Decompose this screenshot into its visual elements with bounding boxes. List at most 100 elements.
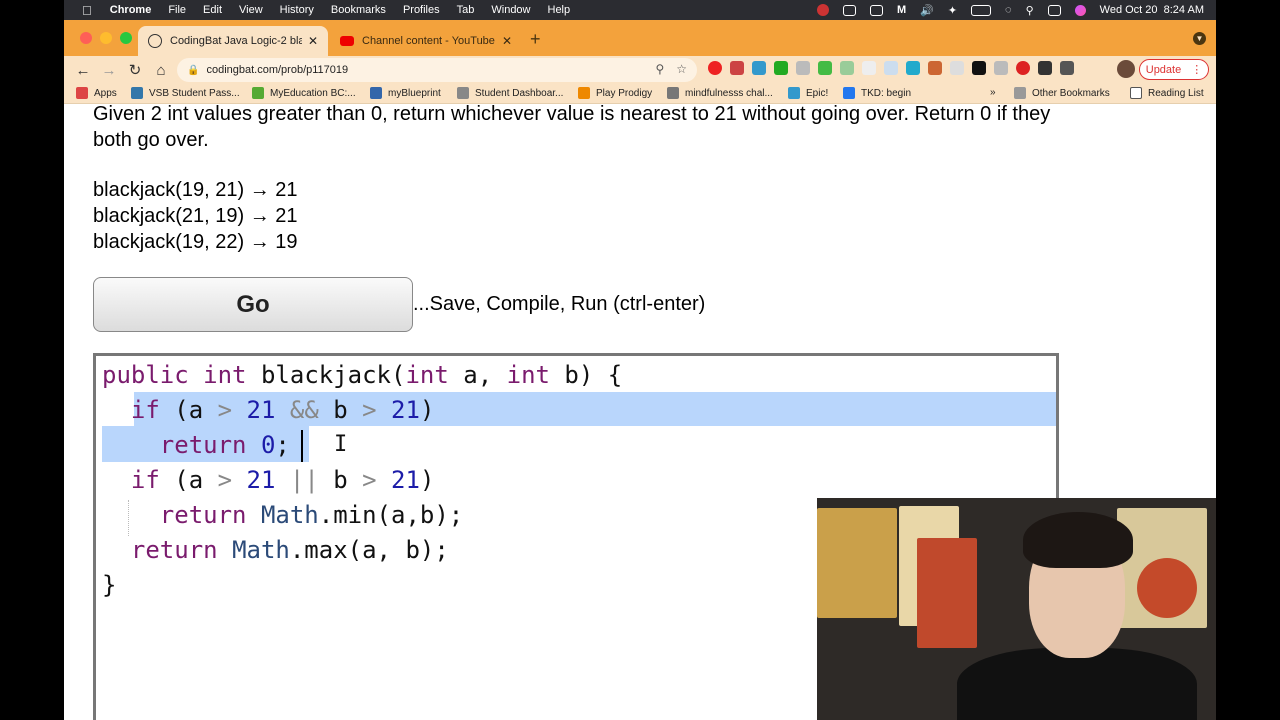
extension-icon[interactable] bbox=[752, 61, 766, 75]
screen:  Chrome File Edit View History Bookmark… bbox=[0, 0, 1280, 720]
extension-icon[interactable] bbox=[818, 61, 832, 75]
example-3: blackjack(19, 22) → 19 bbox=[93, 231, 298, 253]
text-caret bbox=[301, 430, 303, 462]
example-2: blackjack(21, 19) → 21 bbox=[93, 205, 298, 227]
tab-youtube-studio[interactable]: Channel content - YouTube Stu ✕ bbox=[330, 26, 522, 56]
bookmark-mindfulness[interactable]: mindfulnesss chal... bbox=[667, 87, 773, 99]
tab-codingbat[interactable]: CodingBat Java Logic-2 blackj ✕ bbox=[138, 26, 328, 56]
problem-description: Given 2 int values greater than 0, retur… bbox=[93, 105, 1051, 151]
forward-icon[interactable]: → bbox=[96, 62, 122, 79]
extension-icon[interactable] bbox=[774, 61, 788, 75]
camera-icon[interactable] bbox=[842, 4, 856, 16]
minimize-window-button[interactable] bbox=[100, 32, 112, 44]
back-icon[interactable]: ← bbox=[70, 62, 96, 79]
menu-tab[interactable]: Tab bbox=[457, 4, 475, 16]
codingbat-favicon-icon bbox=[148, 34, 162, 48]
more-menu-icon[interactable]: ⋮ bbox=[1191, 63, 1202, 76]
code-line-5[interactable]: return Math.min(a,b); bbox=[102, 498, 463, 533]
volume-icon[interactable]: 🔊 bbox=[920, 4, 934, 17]
code-line-4[interactable]: if (a > 21 || b > 21) bbox=[102, 463, 435, 498]
bookmarks-overflow-icon[interactable]: » bbox=[990, 87, 996, 98]
menu-file[interactable]: File bbox=[168, 4, 186, 16]
bookmark-star-icon[interactable]: ☆ bbox=[676, 62, 687, 76]
close-tab-icon[interactable]: ✕ bbox=[308, 34, 318, 48]
record-icon[interactable] bbox=[816, 4, 829, 16]
example-1: blackjack(19, 21) → 21 bbox=[93, 179, 298, 201]
bookmarks-bar: Apps VSB Student Pass... MyEducation BC:… bbox=[64, 84, 1216, 104]
menu-bookmarks[interactable]: Bookmarks bbox=[331, 4, 386, 16]
puzzle-extensions-icon[interactable] bbox=[1060, 61, 1074, 75]
bookmark-other[interactable]: Other Bookmarks bbox=[1014, 87, 1110, 99]
spotlight-search-icon[interactable]: ⚲ bbox=[1026, 4, 1034, 17]
extension-icon[interactable] bbox=[906, 61, 920, 75]
extension-icon[interactable] bbox=[862, 61, 876, 75]
menubar-clock[interactable]: Wed Oct 20 8:24 AM bbox=[1100, 4, 1204, 16]
browser-toolbar: ← → ↻ ⌂ 🔒 codingbat.com/prob/p117019 ⚲ ☆ bbox=[64, 56, 1216, 84]
bookmark-favicon-icon bbox=[370, 87, 382, 99]
update-label: Update bbox=[1145, 63, 1182, 76]
control-center-icon[interactable] bbox=[1047, 4, 1061, 16]
address-bar[interactable]: 🔒 codingbat.com/prob/p117019 ⚲ ☆ bbox=[177, 58, 697, 82]
extension-icon[interactable] bbox=[928, 61, 942, 75]
extension-icon[interactable] bbox=[972, 61, 986, 75]
menu-profiles[interactable]: Profiles bbox=[403, 4, 440, 16]
extension-icon[interactable] bbox=[730, 61, 744, 75]
apple-icon[interactable]:  bbox=[82, 3, 92, 18]
tab-title: Channel content - YouTube Stu bbox=[362, 35, 496, 47]
bookmark-favicon-icon bbox=[457, 87, 469, 99]
bookmark-tkd[interactable]: TKD: begin bbox=[843, 87, 911, 99]
update-button[interactable]: Update ⋮ bbox=[1139, 59, 1209, 80]
menu-window[interactable]: Window bbox=[491, 4, 530, 16]
extension-icon[interactable] bbox=[884, 61, 898, 75]
menu-view[interactable]: View bbox=[239, 4, 263, 16]
code-line-7[interactable]: } bbox=[102, 568, 116, 603]
close-window-button[interactable] bbox=[80, 32, 92, 44]
go-hint: ...Save, Compile, Run (ctrl-enter) bbox=[413, 293, 706, 315]
bookmark-epic[interactable]: Epic! bbox=[788, 87, 828, 99]
menu-history[interactable]: History bbox=[280, 4, 314, 16]
bookmark-student-dashboard[interactable]: Student Dashboar... bbox=[457, 87, 563, 99]
code-line-1[interactable]: public int blackjack(int a, int b) { bbox=[102, 358, 622, 393]
close-tab-icon[interactable]: ✕ bbox=[502, 34, 512, 48]
bookmark-label: VSB Student Pass... bbox=[149, 87, 240, 99]
code-line-6[interactable]: return Math.max(a, b); bbox=[102, 533, 449, 568]
home-icon[interactable]: ⌂ bbox=[148, 62, 174, 79]
new-tab-button[interactable]: + bbox=[530, 29, 541, 50]
menu-help[interactable]: Help bbox=[548, 4, 571, 16]
tab-search-icon[interactable]: ▼ bbox=[1193, 32, 1206, 45]
lock-icon[interactable]: 🔒 bbox=[187, 65, 199, 76]
zoom-icon[interactable]: ⚲ bbox=[655, 62, 664, 76]
upload-icon[interactable] bbox=[869, 4, 883, 16]
poster bbox=[817, 508, 897, 618]
zoom-window-button[interactable] bbox=[120, 32, 132, 44]
profile-avatar[interactable] bbox=[1117, 60, 1135, 78]
extension-icon[interactable] bbox=[950, 61, 964, 75]
bookmark-myeducation[interactable]: MyEducation BC:... bbox=[252, 87, 356, 99]
bluetooth-icon[interactable]: ✦ bbox=[948, 4, 957, 17]
poster bbox=[917, 538, 977, 648]
menu-edit[interactable]: Edit bbox=[203, 4, 222, 16]
webcam-overlay bbox=[817, 498, 1216, 720]
gmail-icon[interactable]: M bbox=[897, 4, 906, 16]
wifi-icon[interactable]: ◌ bbox=[1005, 4, 1012, 16]
extension-icon[interactable] bbox=[1038, 61, 1052, 75]
extension-icon[interactable] bbox=[796, 61, 810, 75]
url-text[interactable]: codingbat.com/prob/p117019 bbox=[206, 64, 348, 76]
bookmark-apps[interactable]: Apps bbox=[76, 87, 117, 99]
extension-icon[interactable] bbox=[1016, 61, 1030, 75]
go-button[interactable]: Go bbox=[93, 277, 413, 332]
battery-icon[interactable] bbox=[971, 4, 992, 16]
bookmark-play-prodigy[interactable]: Play Prodigy bbox=[578, 87, 652, 99]
code-line-3[interactable]: return 0; bbox=[102, 428, 290, 463]
extension-icon[interactable] bbox=[708, 61, 722, 75]
bookmark-reading-list[interactable]: Reading List bbox=[1130, 87, 1204, 99]
code-line-2[interactable]: if (a > 21 && b > 21) bbox=[102, 393, 435, 428]
extension-icon[interactable] bbox=[994, 61, 1008, 75]
bookmark-myblueprint[interactable]: myBlueprint bbox=[370, 87, 441, 99]
siri-icon[interactable] bbox=[1074, 4, 1086, 16]
apps-grid-icon bbox=[76, 87, 88, 99]
menu-app-name[interactable]: Chrome bbox=[110, 4, 152, 16]
extension-icon[interactable] bbox=[840, 61, 854, 75]
reload-icon[interactable]: ↻ bbox=[122, 61, 148, 79]
bookmark-vsb[interactable]: VSB Student Pass... bbox=[131, 87, 240, 99]
